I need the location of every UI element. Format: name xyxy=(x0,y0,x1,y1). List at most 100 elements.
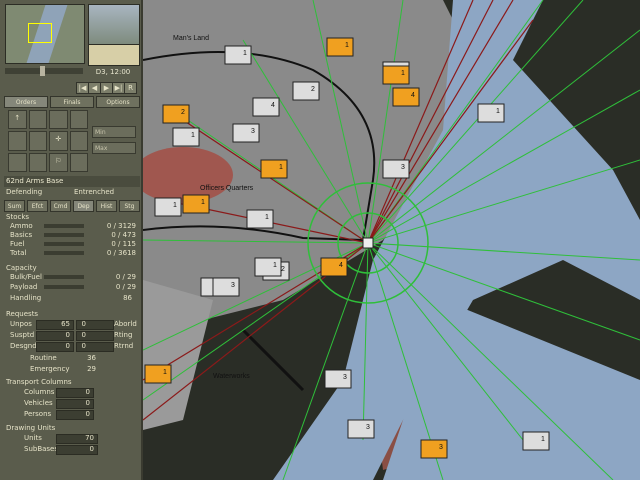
unit-counter[interactable]: 1 xyxy=(172,127,200,147)
cmd-button[interactable] xyxy=(69,152,88,172)
transport-title: Transport Columns xyxy=(6,378,72,386)
subtab-hist[interactable]: Hist xyxy=(96,200,117,212)
unit-counter-number: 1 xyxy=(273,262,277,269)
weather-image xyxy=(88,4,140,46)
map-canvas[interactable]: Man's Land Officers Quarters Waterworks … xyxy=(143,0,640,480)
capacity-bar xyxy=(44,285,84,289)
unit-counter[interactable]: 1 xyxy=(326,37,354,57)
cmd-flag-button[interactable]: ⚐ xyxy=(49,152,68,172)
panel-tabs: Orders Finals Options xyxy=(4,96,140,108)
unit-counter-number: 4 xyxy=(271,102,275,109)
unit-name: 62nd Arms Base xyxy=(4,176,140,187)
request-label: Unpos xyxy=(10,320,32,328)
capacity-value: 0 / 29 xyxy=(115,283,136,291)
capacity-value: 0 / 29 xyxy=(115,273,136,281)
unit-counter[interactable]: 1 xyxy=(260,159,288,179)
request-label: Susptd xyxy=(10,331,35,339)
unit-counter-number: 3 xyxy=(251,128,255,135)
zoom-slider-thumb[interactable] xyxy=(40,66,45,76)
game-time: D3, 12:00 xyxy=(95,68,131,76)
unit-counter[interactable]: 3 xyxy=(382,159,410,179)
minimap-viewport[interactable] xyxy=(28,23,52,43)
unit-counter[interactable]: 3 xyxy=(212,277,240,297)
cmd-button[interactable] xyxy=(8,152,27,172)
unit-counter[interactable]: 3 xyxy=(420,439,448,459)
drawing-value: 70 xyxy=(85,434,94,442)
stock-value: 0 / 473 xyxy=(111,231,136,239)
cmd-button[interactable] xyxy=(28,131,47,151)
subtab-stg[interactable]: Stg xyxy=(119,200,140,212)
request-label: Desgnd xyxy=(10,342,37,350)
cmd-button[interactable] xyxy=(28,152,47,172)
status-right: Entrenched xyxy=(74,188,115,196)
drawing-value: 0 xyxy=(89,445,94,453)
cmd-move-button[interactable]: ↑ xyxy=(8,110,27,130)
subtab-cmd[interactable]: Cmd xyxy=(50,200,71,212)
unit-counter[interactable]: 1 xyxy=(382,65,410,85)
unit-counter[interactable]: 2 xyxy=(162,104,190,124)
unit-counter-number: 1 xyxy=(201,199,205,206)
unit-counter[interactable]: 1 xyxy=(224,45,252,65)
tab-options[interactable]: Options xyxy=(96,96,140,108)
unit-counter[interactable]: 4 xyxy=(252,97,280,117)
unit-counter[interactable]: 1 xyxy=(154,197,182,217)
subtab-sum[interactable]: Sum xyxy=(4,200,25,212)
unit-counter-number: 3 xyxy=(439,444,443,451)
unit-counter[interactable]: 4 xyxy=(320,257,348,277)
command-grid: ↑ ✛ ⚐ xyxy=(8,110,88,172)
cmd-button[interactable] xyxy=(8,131,27,151)
unit-counter-number: 1 xyxy=(496,108,500,115)
unit-counter-number: 2 xyxy=(181,109,185,116)
subtab-efct[interactable]: Efct xyxy=(27,200,48,212)
unit-counter-number: 1 xyxy=(541,436,545,443)
stock-bar xyxy=(44,251,84,255)
unit-counter[interactable]: 4 xyxy=(392,87,420,107)
control-panel: D3, 12:00 |◀ ◀ ▶ ▶| R Orders Finals Opti… xyxy=(0,0,143,480)
unit-counter-number: 2 xyxy=(281,266,285,273)
stock-label: Ammo xyxy=(10,222,33,230)
cmd-button[interactable] xyxy=(28,110,47,130)
request-label: Rting xyxy=(114,331,133,339)
capacity-title: Capacity xyxy=(6,264,37,272)
cmd-button[interactable] xyxy=(69,131,88,151)
stock-label: Fuel xyxy=(10,240,25,248)
unit-counter[interactable]: 3 xyxy=(324,369,352,389)
cmd-button[interactable] xyxy=(49,110,68,130)
max-field[interactable]: Max xyxy=(92,142,136,154)
routine-label: Routine xyxy=(30,354,57,362)
unit-counter-number: 3 xyxy=(401,164,405,171)
unit-counter[interactable]: 2 xyxy=(292,81,320,101)
unit-counter[interactable]: 3 xyxy=(347,419,375,439)
unit-counter[interactable]: 1 xyxy=(522,431,550,451)
unit-counter[interactable]: 1 xyxy=(254,257,282,277)
transport-label: Persons xyxy=(24,410,52,418)
cmd-button[interactable] xyxy=(69,110,88,130)
unit-counter[interactable]: 1 xyxy=(477,103,505,123)
tab-orders[interactable]: Orders xyxy=(4,96,48,108)
cmd-target-button[interactable]: ✛ xyxy=(49,131,68,151)
subtab-dep[interactable]: Dep xyxy=(73,200,94,212)
stock-label: Basics xyxy=(10,231,33,239)
drawing-label: SubBases xyxy=(24,445,59,453)
tab-finals[interactable]: Finals xyxy=(50,96,94,108)
urban-area xyxy=(143,280,213,430)
unit-counter[interactable]: 1 xyxy=(144,364,172,384)
unit-counter-number: 3 xyxy=(366,424,370,431)
unit-counter[interactable]: 1 xyxy=(246,209,274,229)
min-field[interactable]: Min xyxy=(92,126,136,138)
tactical-map[interactable]: Man's Land Officers Quarters Waterworks … xyxy=(143,0,640,480)
drawing-title: Drawing Units xyxy=(6,424,56,432)
minimap[interactable] xyxy=(5,4,85,64)
routine-value: 36 xyxy=(87,354,96,362)
unit-counter[interactable]: 1 xyxy=(182,194,210,214)
playback-r-button[interactable]: R xyxy=(124,82,137,94)
unit-counter-number: 4 xyxy=(411,92,415,99)
request-value: 0 xyxy=(65,342,70,350)
stock-bar xyxy=(44,233,84,237)
compass xyxy=(88,44,140,66)
selected-base-marker xyxy=(362,237,374,249)
request-label: Aborld xyxy=(114,320,137,328)
map-label-waterworks: Waterworks xyxy=(213,373,250,380)
road xyxy=(241,328,305,392)
unit-counter[interactable]: 3 xyxy=(232,123,260,143)
